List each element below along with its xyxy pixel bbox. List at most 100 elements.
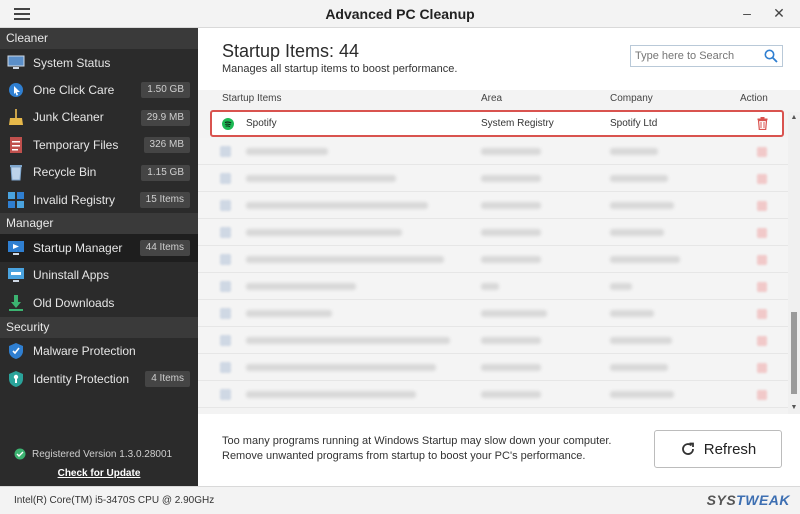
table-row[interactable] bbox=[198, 327, 788, 354]
column-header-area[interactable]: Area bbox=[481, 93, 502, 104]
blurred-text bbox=[610, 202, 674, 209]
blurred-trash-icon[interactable] bbox=[757, 201, 767, 211]
blurred-text bbox=[246, 175, 396, 182]
sidebar-item-identity-protection[interactable]: Identity Protection 4 Items bbox=[0, 365, 198, 392]
table-row[interactable] bbox=[198, 246, 788, 273]
sidebar-item-recycle-bin[interactable]: Recycle Bin 1.15 GB bbox=[0, 159, 198, 186]
sidebar-item-uninstall-apps[interactable]: Uninstall Apps bbox=[0, 262, 198, 289]
trash-icon[interactable] bbox=[757, 117, 768, 130]
blurred-app-icon bbox=[220, 254, 231, 265]
brand-part-2: TWEAK bbox=[736, 492, 790, 508]
table-row[interactable] bbox=[198, 381, 788, 408]
blurred-trash-icon[interactable] bbox=[757, 147, 767, 157]
registry-cubes-icon bbox=[6, 191, 26, 209]
scroll-down-arrow-icon[interactable]: ▼ bbox=[788, 402, 800, 414]
sidebar: Cleaner System Status One Click Care 1.5… bbox=[0, 28, 198, 486]
sidebar-item-system-status[interactable]: System Status bbox=[0, 49, 198, 76]
refresh-label: Refresh bbox=[703, 440, 757, 458]
scroll-thumb[interactable] bbox=[791, 312, 797, 394]
blurred-text bbox=[246, 310, 332, 317]
sidebar-item-one-click-care[interactable]: One Click Care 1.50 GB bbox=[0, 76, 198, 103]
count-badge: 4 Items bbox=[145, 370, 190, 387]
systweak-logo: SYSTWEAK bbox=[707, 492, 790, 508]
table-row[interactable] bbox=[198, 354, 788, 381]
sidebar-item-label: Old Downloads bbox=[33, 295, 115, 310]
blurred-app-icon bbox=[220, 362, 231, 373]
search-input[interactable] bbox=[631, 46, 759, 66]
blurred-text bbox=[246, 229, 402, 236]
sidebar-item-label: Uninstall Apps bbox=[33, 268, 110, 283]
blurred-trash-icon[interactable] bbox=[757, 309, 767, 319]
blurred-text bbox=[246, 148, 328, 155]
refresh-button[interactable]: Refresh bbox=[654, 430, 782, 468]
sidebar-item-label: One Click Care bbox=[33, 83, 115, 98]
identity-shield-icon bbox=[6, 370, 26, 388]
table-row[interactable] bbox=[198, 300, 788, 327]
count-badge: 15 Items bbox=[139, 191, 190, 208]
sidebar-item-startup-manager[interactable]: Startup Manager 44 Items bbox=[0, 234, 198, 262]
table-row[interactable] bbox=[198, 273, 788, 300]
blurred-app-icon bbox=[220, 335, 231, 346]
table-row-spotify[interactable]: Spotify System Registry Spotify Ltd bbox=[210, 110, 784, 137]
blurred-text bbox=[246, 337, 450, 344]
page-title: Startup Items: 44 bbox=[222, 41, 360, 61]
blurred-text bbox=[246, 364, 436, 371]
download-icon bbox=[6, 294, 26, 312]
table-scrollbar[interactable]: ▲ ▼ bbox=[788, 112, 800, 414]
column-header-startup-items[interactable]: Startup Items bbox=[222, 93, 281, 104]
blurred-trash-icon[interactable] bbox=[757, 336, 767, 346]
blurred-text bbox=[610, 337, 672, 344]
blurred-app-icon bbox=[220, 308, 231, 319]
blurred-text bbox=[610, 283, 632, 290]
blurred-text bbox=[481, 337, 541, 344]
size-badge: 326 MB bbox=[143, 137, 190, 154]
blurred-trash-icon[interactable] bbox=[757, 390, 767, 400]
blurred-trash-icon[interactable] bbox=[757, 255, 767, 265]
startup-item-area: System Registry bbox=[481, 118, 554, 129]
blurred-text bbox=[481, 391, 541, 398]
sidebar-footer: Registered Version 1.3.0.28001 Check for… bbox=[0, 438, 198, 486]
sidebar-item-junk-cleaner[interactable]: Junk Cleaner 29.9 MB bbox=[0, 104, 198, 131]
registered-version-text: Registered Version 1.3.0.28001 bbox=[32, 448, 173, 460]
section-cleaner: Cleaner bbox=[0, 28, 198, 49]
cpu-info: Intel(R) Core(TM) i5-3470S CPU @ 2.90GHz bbox=[14, 495, 215, 506]
cursor-click-icon bbox=[6, 81, 26, 99]
blurred-text bbox=[246, 391, 416, 398]
sidebar-item-malware-protection[interactable]: Malware Protection bbox=[0, 338, 198, 365]
check-for-update-link[interactable]: Check for Update bbox=[0, 468, 198, 479]
table-row[interactable] bbox=[198, 219, 788, 246]
blurred-text bbox=[610, 148, 658, 155]
startup-item-name: Spotify bbox=[246, 118, 277, 129]
sidebar-item-old-downloads[interactable]: Old Downloads bbox=[0, 289, 198, 316]
blurred-app-icon bbox=[220, 200, 231, 211]
blurred-text bbox=[610, 175, 668, 182]
blurred-text bbox=[610, 391, 674, 398]
blurred-trash-icon[interactable] bbox=[757, 282, 767, 292]
close-icon[interactable]: ✕ bbox=[770, 4, 788, 22]
main-panel: Startup Items: 44 Manages all startup it… bbox=[198, 28, 800, 486]
blurred-trash-icon[interactable] bbox=[757, 228, 767, 238]
blurred-text bbox=[246, 202, 428, 209]
registered-version: Registered Version 1.3.0.28001 bbox=[14, 448, 172, 460]
blurred-text bbox=[481, 310, 547, 317]
column-header-company[interactable]: Company bbox=[610, 93, 653, 104]
notice-line: Remove unwanted programs from startup to… bbox=[222, 450, 586, 462]
sidebar-item-label: Identity Protection bbox=[33, 371, 130, 386]
sidebar-item-temporary-files[interactable]: Temporary Files 326 MB bbox=[0, 131, 198, 158]
sidebar-item-invalid-registry[interactable]: Invalid Registry 15 Items bbox=[0, 186, 198, 213]
table-row[interactable] bbox=[198, 165, 788, 192]
scroll-up-arrow-icon[interactable]: ▲ bbox=[788, 112, 800, 124]
table-row[interactable] bbox=[198, 138, 788, 165]
count-badge: 44 Items bbox=[139, 240, 190, 257]
blurred-trash-icon[interactable] bbox=[757, 174, 767, 184]
search-icon[interactable] bbox=[764, 49, 778, 63]
blurred-text bbox=[481, 202, 541, 209]
minimize-icon[interactable]: – bbox=[738, 4, 756, 22]
blurred-text bbox=[481, 148, 541, 155]
startup-item-company: Spotify Ltd bbox=[610, 118, 658, 129]
search-box[interactable] bbox=[630, 45, 783, 67]
table-row[interactable] bbox=[198, 192, 788, 219]
blurred-text bbox=[610, 364, 668, 371]
blurred-trash-icon[interactable] bbox=[757, 363, 767, 373]
window-title: Advanced PC Cleanup bbox=[325, 6, 475, 22]
